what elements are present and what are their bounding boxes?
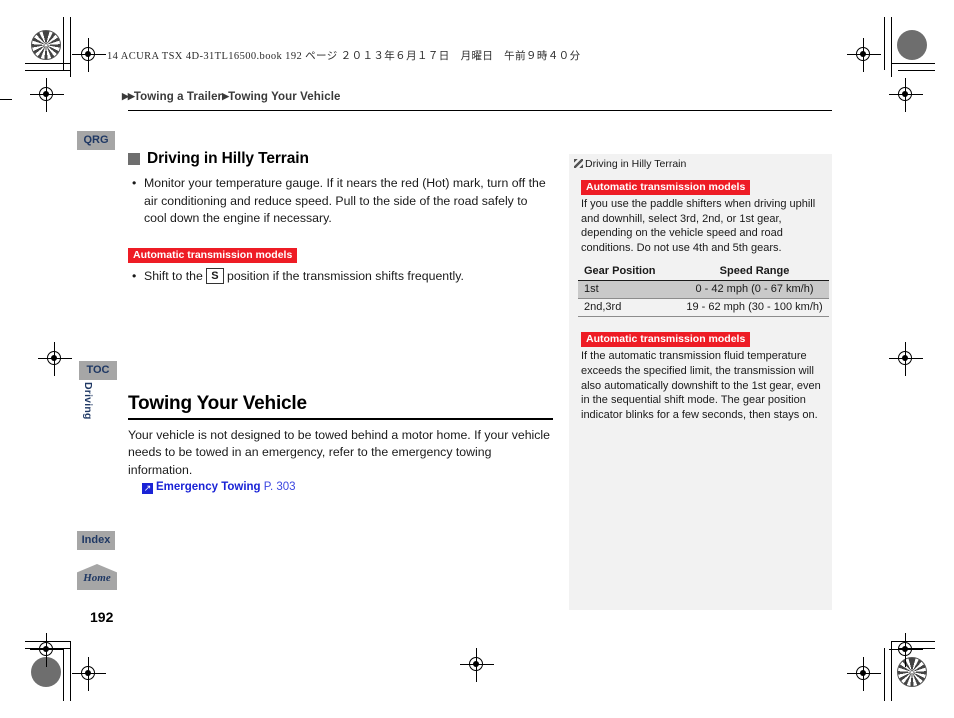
section-heading-hilly-terrain: Driving in Hilly Terrain bbox=[128, 150, 553, 168]
registration-crosshair bbox=[889, 78, 923, 112]
registration-crosshair bbox=[30, 633, 64, 667]
table-row: 1st 0 - 42 mph (0 - 67 km/h) bbox=[578, 280, 829, 300]
crop-line bbox=[884, 648, 885, 701]
registration-crosshair bbox=[30, 78, 64, 112]
registration-crosshair bbox=[38, 342, 72, 376]
side-note-marker-icon bbox=[574, 159, 583, 168]
status-badge-automatic-transmission: Automatic transmission models bbox=[581, 180, 751, 195]
crop-line bbox=[25, 63, 70, 64]
heading-text: Driving in Hilly Terrain bbox=[147, 150, 309, 167]
registration-color-dot bbox=[31, 30, 61, 60]
page-number: 192 bbox=[90, 609, 114, 625]
registration-crosshair bbox=[72, 657, 106, 691]
cross-reference-page: P. 303 bbox=[263, 481, 296, 493]
side-note-title: Driving in Hilly Terrain bbox=[574, 158, 823, 170]
crop-line bbox=[25, 70, 70, 71]
breadcrumb-level-1[interactable]: Towing a Trailer bbox=[134, 91, 222, 103]
gear-speed-table: Gear Position Speed Range 1st 0 - 42 mph… bbox=[578, 263, 829, 318]
title-divider bbox=[128, 418, 553, 420]
crop-line bbox=[898, 70, 935, 71]
side-note-tag-row-1: Automatic transmission models bbox=[581, 177, 821, 195]
main-content: Driving in Hilly Terrain Monitor your te… bbox=[128, 150, 553, 494]
crop-line bbox=[0, 99, 12, 100]
nav-button-home[interactable]: Home bbox=[77, 564, 117, 590]
side-note-paragraph-1: If you use the paddle shifters when driv… bbox=[581, 198, 816, 254]
print-file-stamp: 14 ACURA TSX 4D-31TL16500.book 192 ページ ２… bbox=[107, 51, 581, 62]
header-divider bbox=[128, 110, 832, 111]
heading-square-bullet-icon bbox=[128, 153, 140, 165]
cell-gear-position: 2nd,3rd bbox=[578, 298, 680, 318]
cell-gear-position: 1st bbox=[578, 280, 680, 300]
list-item: Monitor your temperature gauge. If it ne… bbox=[132, 175, 553, 228]
side-note-tag-row-2: Automatic transmission models bbox=[581, 329, 821, 348]
bullet-list-secondary: Shift to the S position if the transmiss… bbox=[128, 267, 553, 286]
cell-speed-range: 0 - 42 mph (0 - 67 km/h) bbox=[680, 280, 829, 300]
side-note-body: Automatic transmission models If you use… bbox=[574, 177, 829, 422]
column-header-speed-range: Speed Range bbox=[680, 263, 829, 282]
gear-position-badge: S bbox=[206, 267, 224, 284]
side-note-title-text: Driving in Hilly Terrain bbox=[585, 158, 687, 170]
bullet-list-primary: Monitor your temperature gauge. If it ne… bbox=[128, 175, 553, 228]
section-towing-your-vehicle: Towing Your Vehicle Your vehicle is not … bbox=[128, 393, 553, 494]
crop-line bbox=[70, 17, 71, 77]
body-paragraph: Your vehicle is not designed to be towed… bbox=[128, 427, 550, 477]
home-button-label: Home bbox=[83, 572, 111, 584]
list-item-text-after: position if the transmission shifts freq… bbox=[226, 268, 464, 283]
registration-crosshair bbox=[460, 648, 494, 682]
registration-crosshair bbox=[72, 38, 106, 72]
callout-tag-row: Automatic transmission models bbox=[128, 245, 553, 263]
jump-link-icon: ↗ bbox=[142, 483, 153, 494]
side-note-paragraph-2: If the automatic transmission fluid temp… bbox=[581, 350, 821, 421]
registration-crosshair bbox=[889, 633, 923, 667]
list-item-text-before: Shift to the bbox=[144, 268, 203, 283]
page-title: Towing Your Vehicle bbox=[128, 393, 307, 414]
crop-line bbox=[70, 641, 71, 701]
registration-crosshair bbox=[889, 342, 923, 376]
cell-speed-range: 19 - 62 mph (30 - 100 km/h) bbox=[680, 298, 829, 318]
nav-button-qrg[interactable]: QRG bbox=[77, 131, 115, 150]
list-item: Shift to the S position if the transmiss… bbox=[132, 267, 553, 286]
section-tab-driving: Driving bbox=[82, 382, 94, 420]
table-row: 2nd,3rd 19 - 62 mph (30 - 100 km/h) bbox=[578, 298, 829, 318]
column-header-gear-position: Gear Position bbox=[578, 263, 680, 282]
breadcrumb: ▶▶Towing a Trailer▶Towing Your Vehicle bbox=[122, 91, 341, 103]
crop-line bbox=[884, 17, 885, 70]
cross-reference-link[interactable]: ↗ Emergency Towing P. 303 bbox=[142, 481, 553, 494]
registration-crosshair bbox=[847, 38, 881, 72]
nav-button-toc[interactable]: TOC bbox=[79, 361, 117, 380]
breadcrumb-level-2[interactable]: Towing Your Vehicle bbox=[228, 91, 340, 103]
registration-color-dot bbox=[897, 30, 927, 60]
nav-button-index[interactable]: Index bbox=[77, 531, 115, 550]
status-badge-automatic-transmission: Automatic transmission models bbox=[581, 332, 751, 348]
cross-reference-label[interactable]: Emergency Towing bbox=[156, 481, 261, 493]
crop-line bbox=[891, 17, 892, 77]
table-header-row: Gear Position Speed Range bbox=[578, 263, 829, 282]
registration-crosshair bbox=[847, 657, 881, 691]
status-badge-automatic-transmission: Automatic transmission models bbox=[128, 247, 298, 263]
crop-line bbox=[891, 63, 935, 64]
side-note-panel: Driving in Hilly Terrain Automatic trans… bbox=[569, 154, 832, 610]
